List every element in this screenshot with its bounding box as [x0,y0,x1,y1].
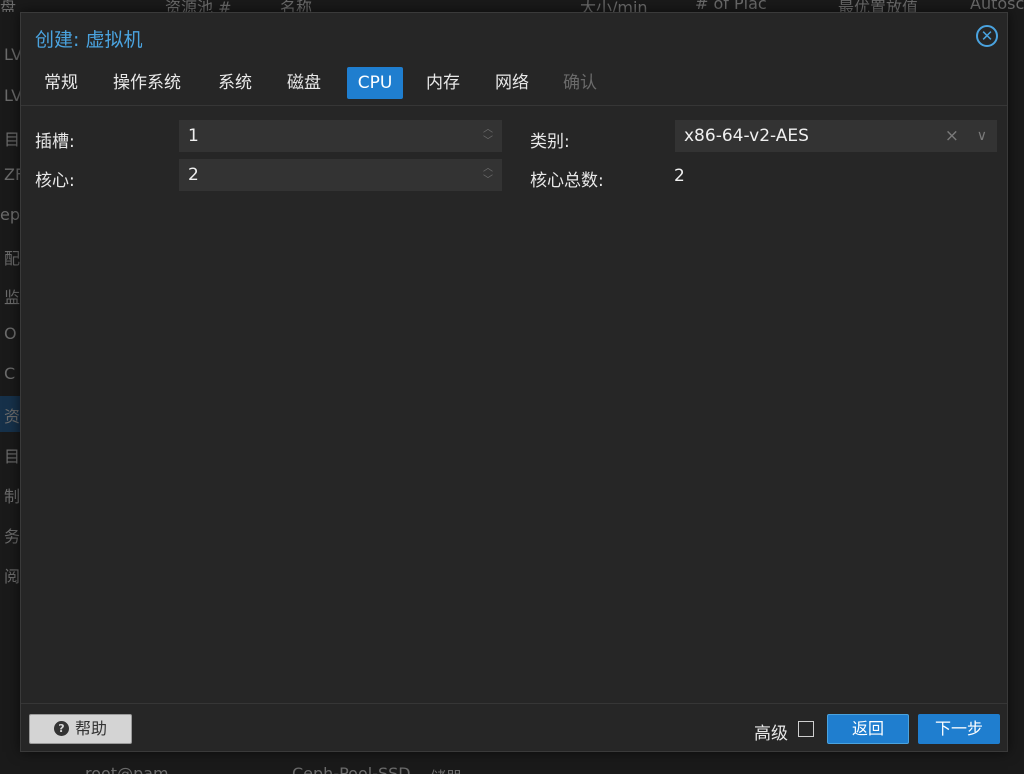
back-button[interactable]: 返回 [827,714,909,744]
cpu-type-label: 类别: [530,132,570,152]
tab-system[interactable]: 系统 [209,67,261,99]
tab-memory[interactable]: 内存 [417,67,469,99]
bg-sidebar-item: 目 [4,130,20,149]
cores-stepper[interactable]: ︿ ﹀ [482,163,494,187]
bg-sidebar-item: 制 [4,487,20,506]
background-grid-header: 盘 资源池 # 名称 大小/min # of Plac 最优置放值 Autosc [0,0,1024,12]
bg-sidebar-item: LV [4,86,20,105]
sockets-label: 插槽: [35,132,75,152]
close-icon[interactable]: ✕ [976,25,998,47]
sockets-value: 1 [188,126,199,146]
help-button[interactable]: ? 帮助 [29,714,132,744]
chevron-down-icon[interactable]: ﹀ [482,136,494,148]
bg-sidebar-item: 配 [4,249,20,268]
bg-cell: root@pam [85,764,169,774]
cpu-type-value: x86-64-v2-AES [684,126,809,146]
sockets-spinner[interactable]: 1 ︿ ﹀ [179,120,502,152]
next-button[interactable]: 下一步 [918,714,1000,744]
cores-spinner[interactable]: 2 ︿ ﹀ [179,159,502,191]
cores-value: 2 [188,165,199,185]
bg-column-header: 资源池 # [165,0,232,12]
bg-sidebar-item: ZF [4,165,20,184]
chevron-down-icon[interactable]: ﹀ [482,175,494,187]
bg-sidebar-item: LV [4,45,20,64]
bg-sidebar-item: C [4,364,16,383]
tab-network[interactable]: 网络 [486,67,538,99]
footer-divider [21,703,1007,704]
create-vm-dialog: 创建: 虚拟机 ✕ 常规 操作系统 系统 磁盘 CPU 内存 网络 确认 插槽:… [20,12,1008,752]
bg-column-header: 最优置放值 [838,0,919,12]
help-label: 帮助 [74,719,107,738]
bg-cell: Ceph-Pool-SSD [292,764,411,774]
bg-sidebar-item: 务 [4,527,20,546]
background-sidebar: LV LV 目 ZF eph 配 监 O C 资 目 制 务 阅 [0,0,20,774]
bg-cell: 储器 [430,764,462,774]
tab-cpu[interactable]: CPU [347,67,403,99]
tab-os[interactable]: 操作系统 [104,67,190,99]
bg-column-header: # of Plac [695,0,767,12]
advanced-checkbox[interactable] [798,721,814,737]
chevron-up-icon[interactable]: ︿ [482,124,494,136]
bg-sidebar-item: 阅 [4,567,20,586]
sockets-stepper[interactable]: ︿ ﹀ [482,124,494,148]
bg-sidebar-item: 资 [4,407,20,426]
bg-sidebar-item: eph [0,205,20,224]
bg-sidebar-item: 监 [4,288,20,307]
tab-disk[interactable]: 磁盘 [278,67,330,99]
bg-sidebar-item: 目 [4,447,20,466]
total-cores-value: 2 [674,166,685,186]
clear-icon[interactable]: × [945,120,959,152]
tabs-divider [21,105,1007,106]
advanced-label: 高级 [754,724,788,744]
bg-column-header: 大小/min [580,0,648,12]
cpu-type-combobox[interactable]: x86-64-v2-AES × ∨ [675,120,997,152]
bg-column-header: Autosc [970,0,1024,12]
bg-column-header: 名称 [280,0,313,12]
chevron-down-icon[interactable]: ∨ [977,120,987,152]
tab-confirm: 确认 [563,73,597,93]
chevron-up-icon[interactable]: ︿ [482,163,494,175]
tab-general[interactable]: 常规 [35,67,87,99]
cores-label: 核心: [35,171,75,191]
bg-sidebar-item: O [4,324,17,343]
dialog-title: 创建: 虚拟机 [35,29,143,51]
question-circle-icon: ? [53,720,69,736]
total-cores-label: 核心总数: [530,171,604,191]
background-bottom-row: root@pam Ceph-Pool-SSD 储器 [0,756,1024,774]
